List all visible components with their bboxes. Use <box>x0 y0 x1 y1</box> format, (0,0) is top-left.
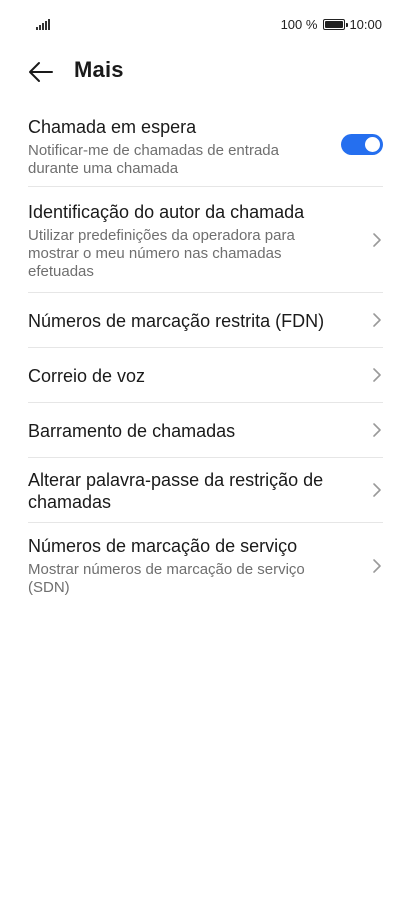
setting-subtitle: Utilizar predefinições da operadora para… <box>28 227 295 280</box>
setting-title: Números de marcação de serviço <box>28 536 298 556</box>
setting-sdn[interactable]: Números de marcação de serviço Mostrar n… <box>28 523 383 608</box>
toggle-knob <box>365 137 380 152</box>
chevron-right-icon <box>373 313 381 327</box>
signal-icon <box>36 19 50 30</box>
setting-subtitle: Mostrar números de marcação de serviço (… <box>28 561 305 596</box>
setting-title: Chamada em espera <box>28 117 197 137</box>
clock: 10:00 <box>349 17 382 32</box>
setting-subtitle: Notificar-me de chamadas de entrada dura… <box>28 142 279 177</box>
chevron-right-icon <box>373 368 381 382</box>
settings-list: Chamada em espera Notificar-me de chamad… <box>0 106 411 608</box>
setting-title: Números de marcação restrita (FDN) <box>28 311 325 331</box>
app-bar: Mais <box>0 52 411 92</box>
chevron-right-icon <box>373 233 381 247</box>
battery-icon <box>323 19 349 30</box>
setting-caller-id[interactable]: Identificação do autor da chamada Utiliz… <box>28 187 383 293</box>
status-bar: 100 % 10:00 <box>0 0 411 48</box>
setting-call-barring[interactable]: Barramento de chamadas <box>28 403 383 458</box>
setting-title: Correio de voz <box>28 366 146 386</box>
arrow-left-icon <box>29 62 53 82</box>
setting-barring-password[interactable]: Alterar palavra-passe da restrição de ch… <box>28 458 383 523</box>
setting-call-waiting[interactable]: Chamada em espera Notificar-me de chamad… <box>28 106 383 187</box>
call-waiting-toggle[interactable] <box>341 134 383 155</box>
chevron-right-icon <box>373 423 381 437</box>
setting-title: Barramento de chamadas <box>28 421 236 441</box>
setting-title: Identificação do autor da chamada <box>28 202 305 222</box>
setting-title: Alterar palavra-passe da restrição de ch… <box>28 470 324 512</box>
chevron-right-icon <box>373 483 381 497</box>
chevron-right-icon <box>373 559 381 573</box>
battery-percent: 100 % <box>280 17 318 32</box>
page-title: Mais <box>74 57 124 82</box>
status-right: 100 % 10:00 <box>281 17 382 32</box>
back-button[interactable] <box>26 56 58 88</box>
setting-fdn[interactable]: Números de marcação restrita (FDN) <box>28 293 383 348</box>
setting-voicemail[interactable]: Correio de voz <box>28 348 383 403</box>
